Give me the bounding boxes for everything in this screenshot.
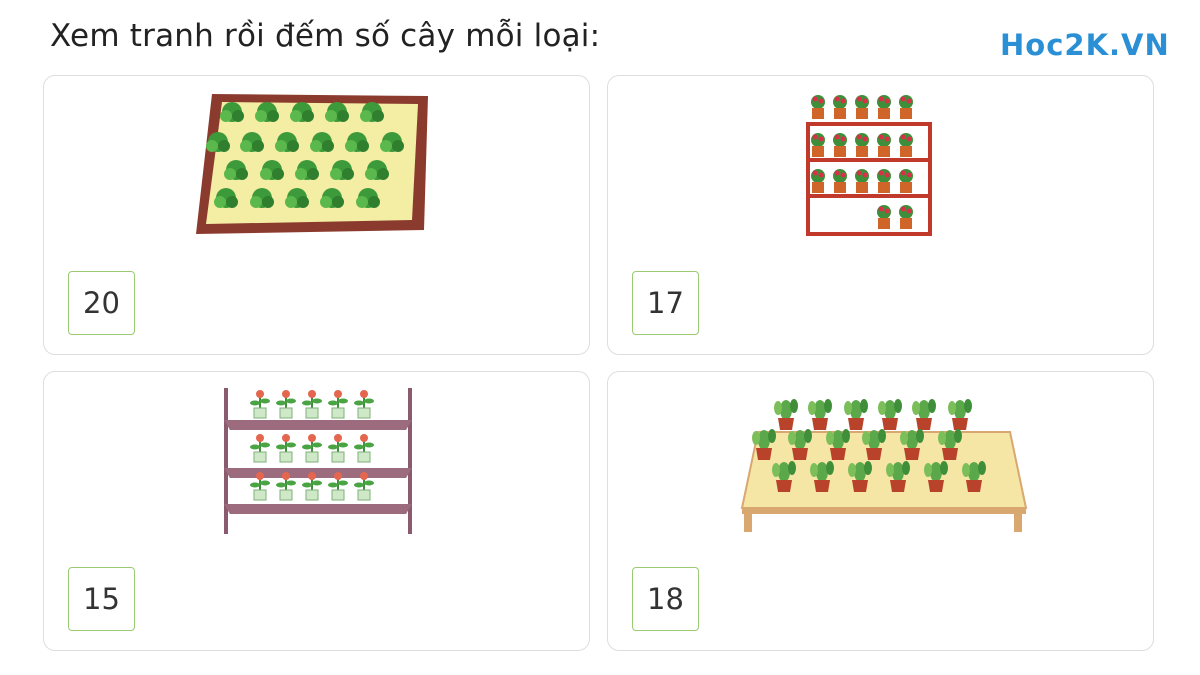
answer-box[interactable]: 15: [68, 567, 135, 631]
answer-box[interactable]: 17: [632, 271, 699, 335]
potted-flower-icon: [276, 390, 296, 419]
red-flower-pot-icon: [833, 95, 847, 119]
red-flower-pot-icon: [899, 133, 913, 157]
potted-flower-icon: [354, 434, 374, 463]
logo-suffix: K.VN: [1085, 28, 1170, 62]
red-flower-pot-icon: [899, 169, 913, 193]
red-flower-pot-icon: [811, 95, 825, 119]
exercise-card-red-flowers: 17: [607, 75, 1154, 355]
red-flower-pot-icon: [877, 95, 891, 119]
garden-bed-icon: [196, 94, 428, 234]
logo-prefix: Hoc2: [1000, 28, 1086, 62]
red-flower-pot-icon: [855, 133, 869, 157]
potted-flower-icon: [302, 390, 322, 419]
potted-flower-icon: [302, 434, 322, 463]
potted-flower-icon: [328, 434, 348, 463]
red-flower-pot-icon: [855, 95, 869, 119]
red-flower-pot-icon: [833, 133, 847, 157]
potted-flower-icon: [276, 434, 296, 463]
cactus-icon: [912, 399, 936, 430]
potted-flower-icon: [250, 434, 270, 463]
potted-flower-icon: [250, 390, 270, 419]
exercise-card-flower-shelf: 15: [43, 371, 590, 651]
cactus-icon: [844, 399, 868, 430]
exercise-card-cactus: 18: [607, 371, 1154, 651]
red-flower-pot-icon: [811, 133, 825, 157]
cactus-icon: [948, 399, 972, 430]
red-flower-pot-icon: [833, 169, 847, 193]
potted-flower-icon: [328, 390, 348, 419]
site-logo: Hoc2K.VN: [1000, 28, 1170, 62]
red-flower-pot-icon: [877, 205, 891, 229]
exercise-card-garden: 20: [43, 75, 590, 355]
answer-box[interactable]: 20: [68, 271, 135, 335]
cactus-icon: [774, 399, 798, 430]
page-title: Xem tranh rồi đếm số cây mỗi loại:: [50, 18, 601, 54]
red-flower-pot-shelf-icon: [806, 95, 932, 236]
red-flower-pot-icon: [899, 205, 913, 229]
red-flower-pot-icon: [899, 95, 913, 119]
cactus-table-icon: [740, 399, 1028, 532]
answer-box[interactable]: 18: [632, 567, 699, 631]
red-flower-pot-icon: [855, 169, 869, 193]
red-flower-pot-icon: [877, 169, 891, 193]
potted-flower-icon: [354, 390, 374, 419]
potted-flower-shelf-icon: [224, 388, 412, 534]
red-flower-pot-icon: [811, 169, 825, 193]
cactus-icon: [808, 399, 832, 430]
red-flower-pot-icon: [877, 133, 891, 157]
cactus-icon: [878, 399, 902, 430]
